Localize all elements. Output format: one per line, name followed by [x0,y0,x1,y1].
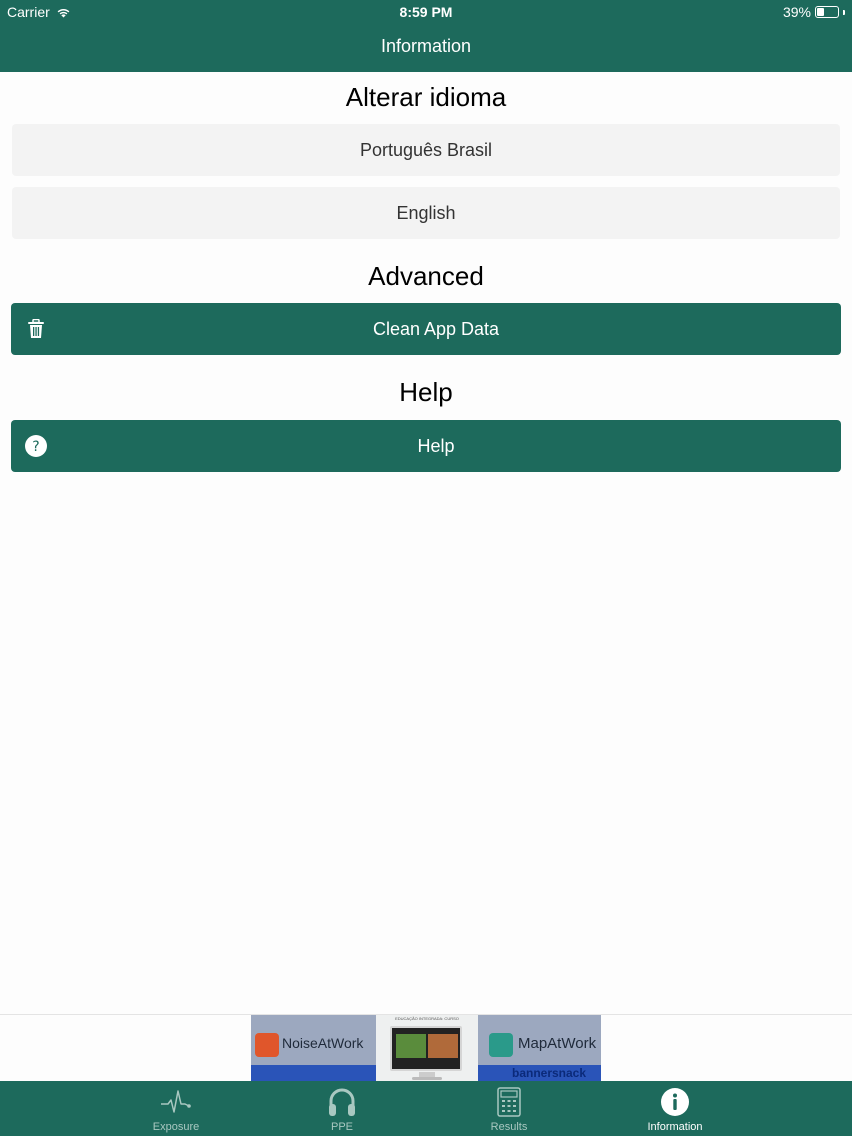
ad-stripe-left [251,1065,376,1081]
tab-results-label: Results [490,1121,528,1133]
question-circle-icon: ? [24,434,48,458]
ad-right-product: MapAtWork [518,1035,597,1052]
page-title: Information [380,36,472,56]
ad-middle-caption: EDUCAÇÃO INTEGRADA: CURSO [395,1016,459,1021]
pulse-icon [160,1086,192,1118]
battery-indicator: 39% [783,4,845,20]
noiseatwork-logo-icon [255,1033,279,1057]
tab-information-label: Information [647,1121,703,1133]
trash-icon [24,317,48,341]
ad-banner[interactable]: NoiseAtWork EDUCAÇÃO INTEGRADA: CURSO Ma… [0,1014,852,1081]
tab-results[interactable]: Results [439,1081,579,1136]
tab-exposure[interactable]: Exposure [106,1081,246,1136]
battery-level [817,8,825,16]
status-time: 8:59 PM [399,4,453,20]
help-label: Help [417,435,455,456]
battery-percent: 39% [782,4,811,20]
language-option-english[interactable]: English [12,187,840,239]
help-section-title: Help [399,377,453,407]
ad-sub-brand: bannersnack [512,1066,587,1080]
svg-text:?: ? [32,439,39,455]
ad-content[interactable]: NoiseAtWork EDUCAÇÃO INTEGRADA: CURSO Ma… [251,1015,601,1081]
status-bar: Carrier 8:59 PM 39% [0,0,852,24]
tab-ppe[interactable]: PPE [272,1081,412,1136]
calculator-icon [497,1086,521,1118]
mapatwork-logo-icon [489,1033,513,1057]
navigation-bar: Carrier 8:59 PM 39% Information [0,0,852,72]
ad-left-product: NoiseAtWork [282,1035,364,1051]
clean-app-data-button[interactable]: Clean App Data [11,303,841,355]
headphones-icon [327,1086,357,1118]
monitor-icon [390,1026,462,1071]
tab-bar: Exposure PPE Results Information [0,1081,852,1136]
advanced-section-title: Advanced [368,261,484,291]
ad-monitor-image: EDUCAÇÃO INTEGRADA: CURSO [376,1015,478,1081]
clean-app-data-label: Clean App Data [372,318,500,339]
tab-information[interactable]: Information [605,1081,745,1136]
ad-noiseatwork[interactable]: NoiseAtWork [251,1015,376,1081]
battery-icon [815,6,839,18]
language-section-title: Alterar idioma [345,82,507,112]
language-option-portuguese[interactable]: Português Brasil [12,124,840,176]
ad-mapatwork[interactable]: MapAtWork bannersnack [478,1015,601,1081]
help-button[interactable]: ? Help [11,420,841,472]
battery-tip [843,9,845,15]
tab-ppe-label: PPE [330,1121,353,1133]
tab-exposure-label: Exposure [152,1121,200,1133]
info-icon [660,1086,690,1118]
